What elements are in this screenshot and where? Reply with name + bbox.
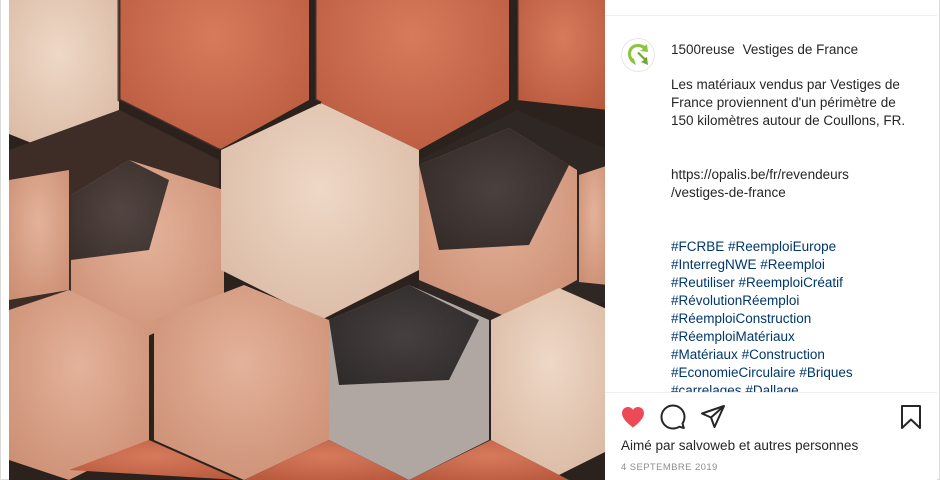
hashtag-link[interactable]: #ReemploiEurope <box>728 239 836 254</box>
hashtag-line: #RéemploiMatériaux <box>671 328 921 346</box>
paper-plane-icon <box>701 405 725 428</box>
instagram-post: 1500reuse Vestiges de France Les matéria… <box>0 0 940 480</box>
hashtag-line: #Reutiliser #ReemploiCréatif <box>671 274 921 292</box>
hexagon-tiles-image <box>9 0 605 480</box>
hashtag-link[interactable]: #EconomieCirculaire <box>671 365 796 380</box>
caption-link-line-1: https://opalis.be/fr/revendeurs <box>671 167 849 182</box>
hashtag-link[interactable]: #InterregNWE <box>671 257 757 272</box>
caption-body: Les matériaux vendus par Vestiges de Fra… <box>671 76 921 392</box>
hashtag-line: #RévolutionRéemploi <box>671 292 921 310</box>
recycle-logo-icon <box>628 44 648 65</box>
username-link[interactable]: 1500reuse <box>671 42 735 57</box>
likes-connector: et <box>738 438 751 453</box>
hashtag-link[interactable]: #Dallage <box>745 383 798 392</box>
hashtag-link[interactable]: #Reutiliser <box>671 275 735 290</box>
divider <box>605 392 937 393</box>
avatar[interactable] <box>621 38 655 72</box>
hashtag-link[interactable]: #Construction <box>742 347 825 362</box>
hashtag-line: #RéemploiConstruction <box>671 310 921 328</box>
comment-button[interactable] <box>659 403 687 431</box>
hashtag-link[interactable]: #carrelages <box>671 383 742 392</box>
likes-summary: Aimé par salvoweb et autres personnes <box>621 437 858 455</box>
share-button[interactable] <box>699 403 727 431</box>
caption-description: Les matériaux vendus par Vestiges de Fra… <box>671 77 906 128</box>
comment-icon <box>660 404 686 430</box>
hashtag-line: #InterregNWE #Reemploi <box>671 256 921 274</box>
hashtag-link[interactable]: #RéemploiMatériaux <box>671 329 795 344</box>
like-button[interactable] <box>619 403 647 431</box>
caption-header: 1500reuse Vestiges de France <box>671 41 858 59</box>
bookmark-icon <box>901 405 921 429</box>
hashtag-link[interactable]: #RéemploiConstruction <box>671 311 811 326</box>
post-details-panel: 1500reuse Vestiges de France Les matéria… <box>605 0 937 480</box>
hashtag-link[interactable]: #Reemploi <box>760 257 825 272</box>
hashtag-link[interactable]: #ReemploiCréatif <box>739 275 843 290</box>
other-likers-link[interactable]: autres personnes <box>754 438 858 453</box>
save-button[interactable] <box>897 403 925 431</box>
caption-link-line-2: /vestiges-de-france <box>671 185 786 200</box>
caption-title: Vestiges de France <box>742 42 859 57</box>
hashtag-link[interactable]: #Briques <box>799 365 852 380</box>
post-photo[interactable] <box>9 0 605 480</box>
hashtag-line: #EconomieCirculaire #Briques <box>671 364 921 382</box>
heart-icon <box>622 407 644 428</box>
hashtag-link[interactable]: #FCRBE <box>671 239 724 254</box>
liker-username-link[interactable]: salvoweb <box>679 438 735 453</box>
action-bar <box>605 400 937 432</box>
likes-prefix: Aimé par <box>621 438 676 453</box>
hashtag-link[interactable]: #Matériaux <box>671 347 738 362</box>
hashtag-link[interactable]: #RévolutionRéemploi <box>671 293 799 308</box>
hashtag-line: #Matériaux #Construction <box>671 346 921 364</box>
caption-area[interactable]: 1500reuse Vestiges de France Les matéria… <box>605 16 937 392</box>
post-date[interactable]: 4 septembre 2019 <box>621 462 718 473</box>
hashtag-line: #FCRBE #ReemploiEurope <box>671 238 921 256</box>
hashtag-line: #carrelages #Dallage <box>671 382 921 392</box>
